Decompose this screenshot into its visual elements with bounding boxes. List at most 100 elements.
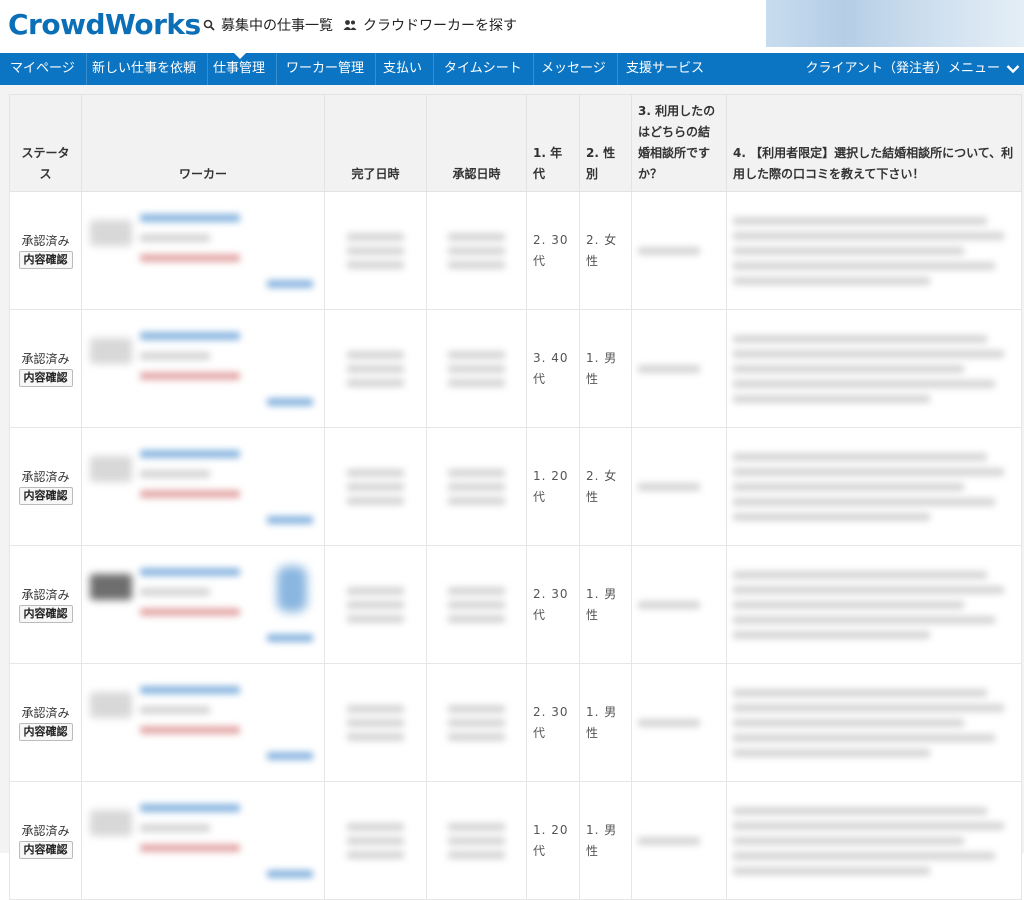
search-icon: [203, 19, 215, 31]
table-row: 承認済み 内容確認 1. 20代 1. 男性: [9, 781, 1022, 900]
content-area: ステータス ワーカー 完了日時 承認日時 1. 年代 2. 性別 3. 利用した…: [0, 85, 1024, 900]
q1-answer: 2. 30代: [526, 545, 580, 664]
nav-item-new-job[interactable]: 新しい仕事を依頼: [82, 53, 209, 85]
completed-at-cell: [324, 191, 427, 310]
confirm-button[interactable]: 内容確認: [18, 605, 73, 623]
confirm-button[interactable]: 内容確認: [18, 841, 73, 859]
client-menu[interactable]: クライアント（発注者）メニュー: [806, 53, 1020, 85]
status-text: 承認済み: [21, 234, 70, 248]
approved-at-cell: [426, 663, 527, 782]
q1-answer: 1. 20代: [526, 781, 580, 900]
header-q4-review: 4. 【利用者限定】選択した結婚相談所について、利用した際の口コミを教えて下さい…: [726, 94, 1022, 192]
q3-answer: [631, 309, 727, 428]
header-worker: ワーカー: [81, 94, 325, 192]
worker-info[interactable]: [82, 428, 324, 545]
status-cell: 承認済み 内容確認: [9, 663, 82, 782]
status-cell: 承認済み 内容確認: [9, 781, 82, 900]
nav-item-job-management[interactable]: 仕事管理: [203, 53, 278, 85]
worker-info[interactable]: [82, 192, 324, 309]
nav-item-mypage[interactable]: マイページ: [0, 53, 87, 85]
approved-at-cell: [426, 427, 527, 546]
find-workers-link[interactable]: クラウドワーカーを探す: [343, 15, 517, 35]
header: CrowdWorks 募集中の仕事一覧 クラウドワーカーを探す: [0, 0, 1024, 53]
client-menu-label: クライアント（発注者）メニュー: [805, 61, 1000, 76]
q1-answer: 2. 30代: [526, 663, 580, 782]
worker-cell: [81, 427, 325, 546]
header-completed-at: 完了日時: [324, 94, 427, 192]
confirm-button[interactable]: 内容確認: [18, 487, 73, 505]
completed-at-cell: [324, 545, 427, 664]
worker-info[interactable]: [82, 546, 324, 663]
avatar: [90, 220, 132, 246]
q3-answer: [631, 781, 727, 900]
submissions-table: ステータス ワーカー 完了日時 承認日時 1. 年代 2. 性別 3. 利用した…: [9, 94, 1022, 900]
nav-item-payments[interactable]: 支払い: [373, 53, 435, 85]
status-cell: 承認済み 内容確認: [9, 309, 82, 428]
worker-cell: [81, 545, 325, 664]
nav-item-support[interactable]: 支援サービス: [616, 53, 715, 85]
confirm-button[interactable]: 内容確認: [18, 251, 73, 269]
q4-answer: [726, 309, 1022, 428]
worker-badge: [277, 566, 307, 612]
completed-at-cell: [324, 427, 427, 546]
worker-info[interactable]: [82, 664, 324, 781]
worker-info[interactable]: [82, 310, 324, 427]
q1-answer: 2. 30代: [526, 191, 580, 310]
nav-item-worker-management[interactable]: ワーカー管理: [276, 53, 377, 85]
main-nav: マイページ 新しい仕事を依頼 仕事管理 ワーカー管理 支払い タイムシート メッ…: [0, 53, 1024, 85]
header-status: ステータス: [9, 94, 82, 192]
avatar: [90, 810, 132, 836]
q3-answer: [631, 191, 727, 310]
header-q3-agency: 3. 利用したのはどちらの結婚相談所ですか？: [631, 94, 727, 192]
header-approved-at: 承認日時: [426, 94, 527, 192]
job-list-label: 募集中の仕事一覧: [221, 18, 333, 34]
avatar: [90, 456, 132, 482]
job-list-link[interactable]: 募集中の仕事一覧: [203, 15, 333, 35]
avatar: [90, 692, 132, 718]
q3-answer: [631, 427, 727, 546]
worker-info[interactable]: [82, 782, 324, 899]
nav-item-timesheet[interactable]: タイムシート: [434, 53, 534, 85]
status-cell: 承認済み 内容確認: [9, 191, 82, 310]
q1-answer: 3. 40代: [526, 309, 580, 428]
approved-at-cell: [426, 781, 527, 900]
worker-cell: [81, 781, 325, 900]
table-row: 承認済み 内容確認 3. 40代 1. 男性: [9, 309, 1022, 428]
confirm-button[interactable]: 内容確認: [18, 369, 73, 387]
nav-item-messages[interactable]: メッセージ: [531, 53, 618, 85]
q2-answer: 1. 男性: [579, 781, 632, 900]
worker-cell: [81, 309, 325, 428]
banner-image[interactable]: [766, 0, 1024, 47]
header-q2-gender: 2. 性別: [579, 94, 632, 192]
users-icon: [343, 20, 357, 30]
q3-answer: [631, 545, 727, 664]
q2-answer: 1. 男性: [579, 309, 632, 428]
confirm-button[interactable]: 内容確認: [18, 723, 73, 741]
q4-answer: [726, 545, 1022, 664]
q2-answer: 2. 女性: [579, 427, 632, 546]
table-row: 承認済み 内容確認 2. 30代 2. 女性: [9, 191, 1022, 310]
header-q1-age: 1. 年代: [526, 94, 580, 192]
approved-at-cell: [426, 545, 527, 664]
status-text: 承認済み: [21, 706, 70, 720]
completed-at-cell: [324, 781, 427, 900]
q4-answer: [726, 191, 1022, 310]
q4-answer: [726, 427, 1022, 546]
approved-at-cell: [426, 309, 527, 428]
q4-answer: [726, 781, 1022, 900]
status-cell: 承認済み 内容確認: [9, 545, 82, 664]
worker-cell: [81, 191, 325, 310]
table-row: 承認済み 内容確認 2. 30代 1. 男性: [9, 663, 1022, 782]
status-text: 承認済み: [21, 588, 70, 602]
avatar: [90, 338, 132, 364]
avatar: [90, 574, 132, 600]
table-header-row: ステータス ワーカー 完了日時 承認日時 1. 年代 2. 性別 3. 利用した…: [9, 94, 1022, 192]
q2-answer: 1. 男性: [579, 663, 632, 782]
q2-answer: 2. 女性: [579, 191, 632, 310]
worker-cell: [81, 663, 325, 782]
q3-answer: [631, 663, 727, 782]
table-row: 承認済み 内容確認 2. 30代 1. 男性: [9, 545, 1022, 664]
q4-answer: [726, 663, 1022, 782]
completed-at-cell: [324, 309, 427, 428]
logo[interactable]: CrowdWorks: [8, 8, 201, 41]
